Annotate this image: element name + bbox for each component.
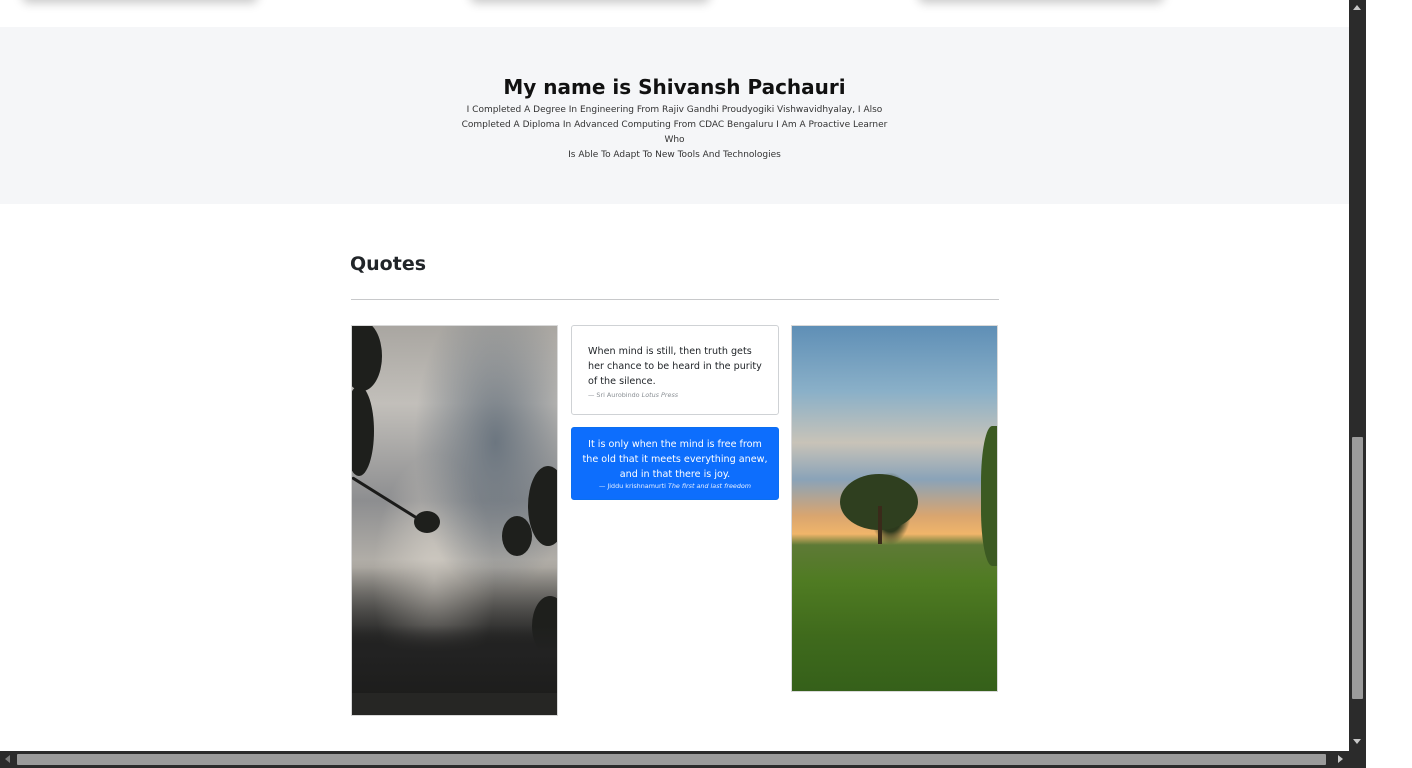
- storm-sky-image: [351, 325, 558, 716]
- vertical-scroll-thumb[interactable]: [1352, 437, 1363, 699]
- quote-author: — Jiddu krishnamurti: [598, 482, 666, 490]
- about-description: I Completed A Degree In Engineering From…: [460, 103, 889, 163]
- quotes-divider: [351, 299, 999, 300]
- horizontal-scrollbar[interactable]: [0, 751, 1349, 768]
- scroll-down-arrow-icon[interactable]: [1353, 739, 1361, 744]
- meadow-tree-image: [791, 325, 998, 692]
- scroll-up-arrow-icon[interactable]: [1353, 5, 1361, 10]
- scrollbar-corner: [1349, 751, 1366, 768]
- foliage: [528, 466, 557, 546]
- side-trees: [981, 426, 997, 566]
- about-line: I Completed A Degree In Engineering From…: [466, 105, 883, 115]
- foliage: [352, 326, 382, 391]
- vertical-scrollbar[interactable]: [1349, 0, 1366, 751]
- about-title: My name is Shivansh Pachauri: [503, 75, 846, 99]
- quote-source: Lotus Press: [641, 391, 679, 399]
- scroll-left-arrow-icon[interactable]: [5, 755, 10, 763]
- foliage: [352, 386, 374, 476]
- quote-card: When mind is still, then truth gets her …: [571, 325, 779, 415]
- about-line: Completed A Diploma In Advanced Computin…: [461, 120, 888, 145]
- quote-text: When mind is still, then truth gets her …: [588, 346, 762, 387]
- tree-trunk: [878, 506, 882, 544]
- foliage: [414, 511, 440, 533]
- horizontal-scroll-thumb[interactable]: [17, 754, 1326, 765]
- page-viewport: My name is Shivansh Pachauri I Completed…: [0, 0, 1349, 751]
- scroll-right-arrow-icon[interactable]: [1338, 755, 1343, 763]
- quotes-heading: Quotes: [350, 253, 427, 275]
- quote-footer: — Sri Aurobindo Lotus Press: [588, 391, 763, 399]
- quote-source: The first and last freedom: [667, 482, 752, 490]
- tree-line: [352, 625, 557, 695]
- quote-text: It is only when the mind is free from th…: [582, 439, 768, 480]
- about-section: My name is Shivansh Pachauri I Completed…: [0, 27, 1349, 204]
- foliage: [502, 516, 532, 556]
- about-line: Is Able To Adapt To New Tools And Techno…: [568, 150, 781, 160]
- quote-author: — Sri Aurobindo: [588, 391, 640, 399]
- quote-card-highlighted: It is only when the mind is free from th…: [571, 427, 779, 500]
- ground: [352, 693, 557, 715]
- window-margin: [1366, 0, 1412, 768]
- quote-footer: — Jiddu krishnamurti The first and last …: [582, 482, 768, 490]
